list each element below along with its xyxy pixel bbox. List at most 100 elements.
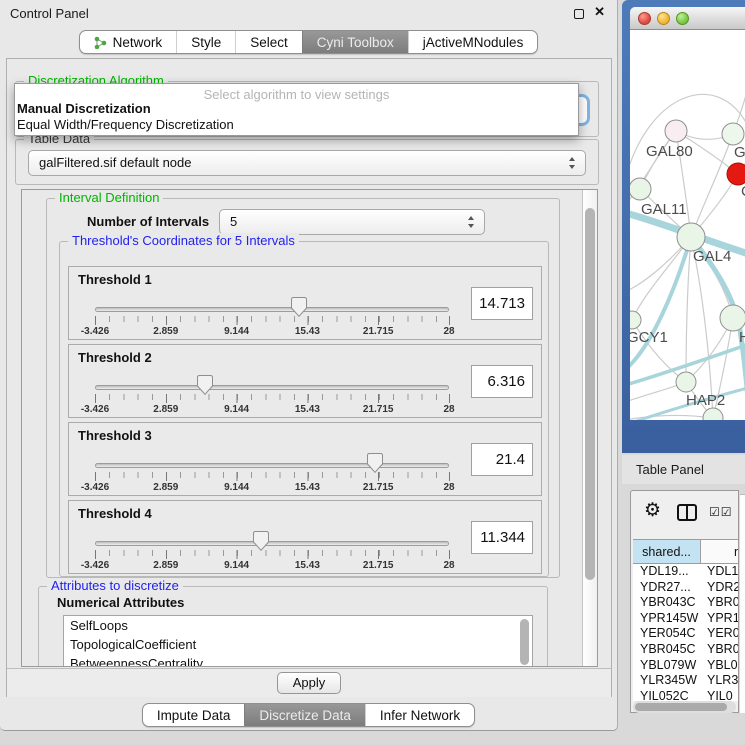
tab-select[interactable]: Select xyxy=(235,31,302,53)
threshold-label: Threshold 1 xyxy=(78,272,152,287)
tab-cyni-toolbox[interactable]: Cyni Toolbox xyxy=(302,31,408,53)
list-scrollbar-thumb[interactable] xyxy=(520,619,529,665)
attribute-list-item[interactable]: SelfLoops xyxy=(64,616,532,635)
table-header-row: shared... na xyxy=(633,539,738,564)
cell-shared-name: YDL19... xyxy=(640,564,689,578)
slider-thumb[interactable] xyxy=(253,531,269,551)
apply-strip: Apply xyxy=(7,668,611,697)
table-row[interactable]: YDL19... YDL1 xyxy=(633,564,738,580)
network-node[interactable] xyxy=(630,178,651,200)
slider-thumb[interactable] xyxy=(197,375,213,395)
close-traffic-light[interactable] xyxy=(638,12,651,25)
dropdown-header: Select algorithm to view settings xyxy=(15,84,578,101)
network-node[interactable] xyxy=(677,223,705,251)
slider-track[interactable] xyxy=(95,385,449,390)
select-columns-icon[interactable]: ☑☑ xyxy=(709,505,733,519)
cell-name: YDL1 xyxy=(707,564,738,578)
threshold-value-field[interactable]: 6.316 xyxy=(471,365,533,398)
network-edge[interactable] xyxy=(630,237,691,372)
table-vertical-scrollbar-track[interactable] xyxy=(740,494,745,713)
table-row[interactable]: YBL079WYBL0 xyxy=(633,658,738,674)
apply-button[interactable]: Apply xyxy=(277,672,341,694)
threshold-panel: Threshold 1 -3.4262.8599.14415.4321.7152… xyxy=(68,266,542,340)
network-node-label: GAL80 xyxy=(646,143,693,160)
slider-tick-label: 9.144 xyxy=(224,326,249,337)
network-node[interactable] xyxy=(630,311,641,329)
network-node[interactable] xyxy=(676,372,696,392)
dropdown-option-equal-width-frequency[interactable]: Equal Width/Frequency Discretization xyxy=(15,117,578,133)
tab-jactivemnodules[interactable]: jActiveMNodules xyxy=(408,31,538,53)
screen: Control Panel ✕ NetworkStyleSelectCyni T… xyxy=(0,0,745,745)
table-panel: ⚙ ☑☑ shared... na YDL19... YDL1 YDR27...YD… xyxy=(630,490,739,713)
network-edge[interactable] xyxy=(686,237,691,382)
vertical-scrollbar[interactable] xyxy=(582,190,597,666)
cell-shared-name: YBR045C xyxy=(640,642,696,656)
column-header-name[interactable]: na xyxy=(702,540,738,563)
table-row[interactable]: YBR043CYBR0 xyxy=(633,595,738,611)
close-icon[interactable]: ✕ xyxy=(594,4,605,20)
float-window-icon[interactable] xyxy=(574,9,584,19)
slider-tick-label: 9.144 xyxy=(224,404,249,415)
slider-tick-label: 21.715 xyxy=(363,482,394,493)
table-panel-title: Table Panel xyxy=(636,462,704,477)
minimize-traffic-light[interactable] xyxy=(657,12,670,25)
tab-label: Infer Network xyxy=(380,708,460,723)
column-header-shared-name[interactable]: shared... xyxy=(633,540,701,563)
scrollbar-thumb[interactable] xyxy=(585,208,595,580)
tab-infer-network[interactable]: Infer Network xyxy=(365,704,474,726)
cell-shared-name: YLR345W xyxy=(640,673,697,687)
table-body: YDL19... YDL1 YDR27...YDR2YBR043CYBR0YPR14… xyxy=(633,564,738,701)
slider-track[interactable] xyxy=(95,307,449,312)
attribute-list-item[interactable]: TopologicalCoefficient xyxy=(64,635,532,654)
network-canvas[interactable]: GAL80GACGAL11GAL4GCY1HHAP2 xyxy=(630,30,745,420)
scrollbar-thumb[interactable] xyxy=(635,703,727,711)
gear-icon[interactable]: ⚙ xyxy=(644,499,661,522)
thresholds-group: Threshold's Coordinates for 5 Intervals … xyxy=(59,241,549,577)
tab-network[interactable]: Network xyxy=(80,31,177,53)
network-node[interactable] xyxy=(665,120,687,142)
table-row[interactable]: YER054CYER0 xyxy=(633,626,738,642)
table-row[interactable]: YDR27...YDR2 xyxy=(633,580,738,596)
slider-tick-label: 2.859 xyxy=(153,482,178,493)
table-data-select[interactable]: galFiltered.sif default node xyxy=(28,150,586,176)
table-row[interactable]: YIL052CYIL0 xyxy=(633,689,738,701)
tab-impute-data[interactable]: Impute Data xyxy=(143,704,245,726)
slider-tick-label: 21.715 xyxy=(363,404,394,415)
threshold-value-field[interactable]: 14.713 xyxy=(471,287,533,320)
slider-tick-label: 2.859 xyxy=(153,560,178,571)
split-columns-icon[interactable] xyxy=(677,504,697,521)
table-row[interactable]: YLR345WYLR3 xyxy=(633,673,738,689)
slider-tick-label: 15.43 xyxy=(295,326,320,337)
network-edge[interactable] xyxy=(691,134,733,237)
network-node-label: HAP2 xyxy=(686,392,725,409)
horizontal-scrollbar[interactable] xyxy=(633,701,736,713)
tab-discretize-data[interactable]: Discretize Data xyxy=(244,704,365,726)
tab-style[interactable]: Style xyxy=(176,31,235,53)
network-icon xyxy=(94,36,107,49)
slider-track[interactable] xyxy=(95,463,449,468)
table-row[interactable]: YPR145WYPR1 xyxy=(633,611,738,627)
combo-arrows-icon xyxy=(569,157,576,169)
dropdown-option-manual-discretization[interactable]: Manual Discretization xyxy=(15,101,578,117)
slider-major-ticks xyxy=(95,472,450,481)
numerical-attributes-list[interactable]: SelfLoopsTopologicalCoefficientBetweenne… xyxy=(63,615,533,667)
threshold-value-field[interactable]: 21.4 xyxy=(471,443,533,476)
slider-track[interactable] xyxy=(95,541,449,546)
network-node-label: GAL11 xyxy=(641,201,687,218)
threshold-value-field[interactable]: 11.344 xyxy=(471,521,533,554)
network-node[interactable] xyxy=(720,305,745,331)
network-node[interactable] xyxy=(727,163,745,185)
slider-tick-label: 28 xyxy=(443,560,454,571)
tab-label: jActiveMNodules xyxy=(423,35,524,50)
slider-major-ticks xyxy=(95,316,450,325)
number-of-intervals-select[interactable]: 5 xyxy=(219,209,485,235)
attribute-list-item[interactable]: BetweennessCentrality xyxy=(64,654,532,667)
slider-thumb[interactable] xyxy=(291,297,307,317)
zoom-traffic-light[interactable] xyxy=(676,12,689,25)
table-row[interactable]: YBR045CYBR0 xyxy=(633,642,738,658)
network-edge[interactable] xyxy=(632,237,691,320)
slider-thumb[interactable] xyxy=(367,453,383,473)
settings-scroll-area: Interval Definition Number of Intervals … xyxy=(21,189,598,667)
network-node[interactable] xyxy=(722,123,744,145)
slider-tick-label: 28 xyxy=(443,482,454,493)
